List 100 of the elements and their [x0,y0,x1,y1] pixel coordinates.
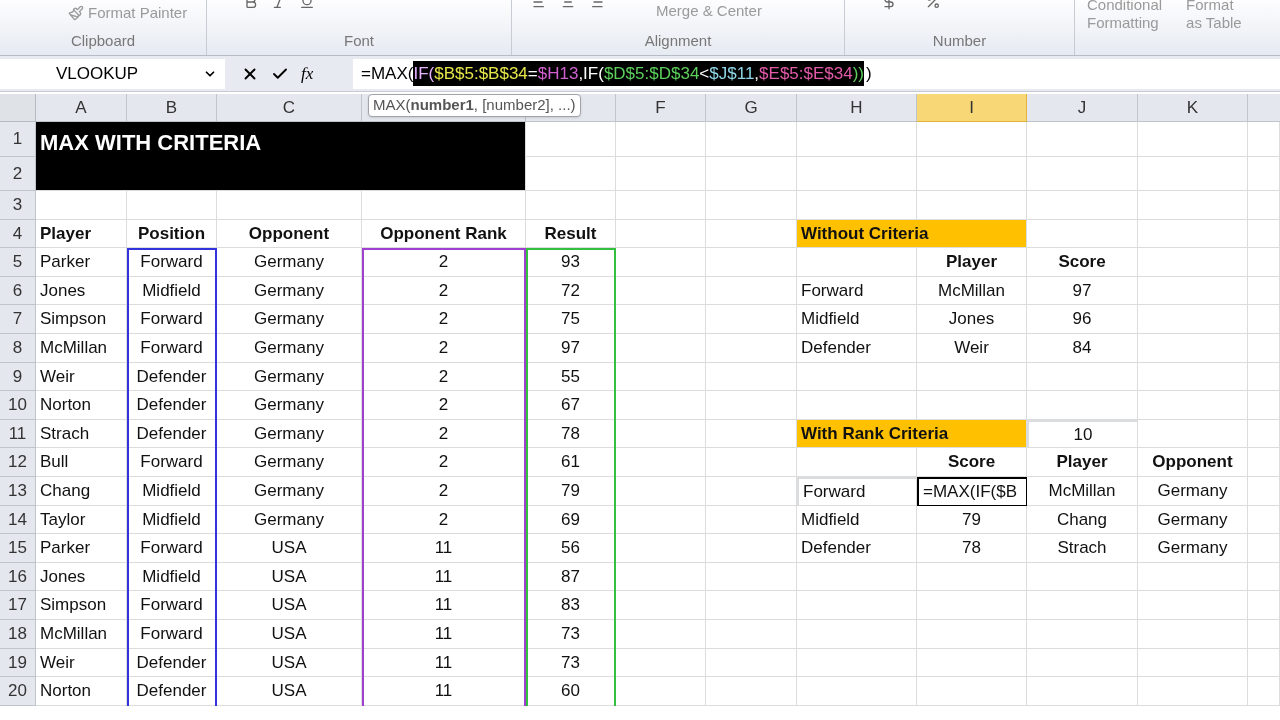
table-cell: 69 [526,505,616,535]
editing-cell: =MAX(IF($B [917,476,1027,506]
table-cell: Germany [217,362,362,392]
table-cell: Jones [917,305,1027,334]
table-cell: 60 [526,677,616,706]
table-cell: 79 [917,505,1027,535]
table-cell: 83 [526,591,616,620]
table-cell: Germany [217,391,362,420]
table-cell: Midfield [127,276,217,306]
table-cell: McMillan [917,276,1027,306]
table-cell: Jones [36,276,127,306]
table-cell: Forward [127,591,217,620]
table-cell: 2 [362,476,526,506]
table-cell: Forward [797,476,917,506]
function-tooltip: MAX(number1, [number2], ...) [368,94,581,117]
ribbon-group-label: Number [931,30,988,51]
table-cell: USA [217,648,362,678]
sheet-title: MAX WITH CRITERIA [36,122,526,191]
table-cell: 97 [1027,276,1138,306]
table-cell: Parker [36,248,127,277]
table-cell: USA [217,591,362,620]
table-cell: 2 [362,276,526,306]
table-cell: USA [217,619,362,649]
table-cell: Forward [127,619,217,649]
table-cell: Midfield [127,476,217,506]
table-cell: McMillan [1027,476,1138,506]
table-cell: 96 [1027,305,1138,334]
table-cell: 79 [526,476,616,506]
table-cell: Forward [127,534,217,563]
table-cell: 61 [526,448,616,477]
table-cell: 2 [362,333,526,363]
table-cell: Germany [217,248,362,277]
table-cell: USA [217,562,362,592]
table-cell: Taylor [36,505,127,535]
ribbon-group-label: Clipboard [69,30,137,51]
table-cell: USA [217,534,362,563]
table-cell: 56 [526,534,616,563]
table-cell: Forward [127,248,217,277]
table-cell: Germany [217,419,362,449]
table-cell: 11 [362,619,526,649]
column-heading: Score [917,448,1027,477]
table-cell: Midfield [127,562,217,592]
ribbon-group-label: Alignment [643,30,713,51]
table-cell: Defender [127,677,217,706]
table-cell: 2 [362,305,526,334]
table-cell: 2 [362,419,526,449]
column-heading: Player [36,219,127,249]
table-cell: Germany [1138,534,1248,563]
table-cell: Parker [36,534,127,563]
section-heading: Without Criteria [797,219,1027,249]
table-cell: Defender [797,534,917,563]
table-cell: 2 [362,505,526,535]
table-cell: Forward [127,333,217,363]
table-cell: 73 [526,648,616,678]
table-cell: McMillan [36,619,127,649]
table-cell: Germany [1138,476,1248,506]
table-cell: 67 [526,391,616,420]
table-cell: 2 [362,448,526,477]
table-cell: Germany [217,276,362,306]
table-cell: Midfield [797,305,917,334]
table-cell: Strach [36,419,127,449]
table-cell: 84 [1027,333,1138,363]
table-cell: 11 [362,562,526,592]
section-heading: With Rank Criteria [797,419,1027,449]
table-cell: Norton [36,677,127,706]
table-cell: Chang [36,476,127,506]
table-cell: 78 [917,534,1027,563]
table-cell: 11 [362,677,526,706]
table-cell: Simpson [36,305,127,334]
rank-cell: 10 [1027,419,1138,449]
table-cell: Germany [217,333,362,363]
column-heading: Score [1027,248,1138,277]
table-cell: Weir [36,362,127,392]
column-heading: Opponent [1138,448,1248,477]
table-cell: 75 [526,305,616,334]
column-heading: Player [917,248,1027,277]
column-heading: Player [1027,448,1138,477]
table-cell: Simpson [36,591,127,620]
table-cell: Germany [217,448,362,477]
table-cell: Defender [797,333,917,363]
table-cell: 93 [526,248,616,277]
table-cell: 11 [362,648,526,678]
table-cell: 55 [526,362,616,392]
table-cell: Strach [1027,534,1138,563]
table-cell: Forward [127,448,217,477]
table-cell: Germany [217,476,362,506]
table-cell: Weir [917,333,1027,363]
column-heading: Opponent [217,219,362,249]
table-cell: Midfield [797,505,917,535]
table-cell: Norton [36,391,127,420]
table-cell: 78 [526,419,616,449]
table-cell: Weir [36,648,127,678]
table-cell: 2 [362,362,526,392]
table-cell: 97 [526,333,616,363]
table-cell: Germany [217,305,362,334]
table-cell: USA [217,677,362,706]
ribbon-group-label: Font [343,30,375,51]
table-cell: Midfield [127,505,217,535]
table-cell: Bull [36,448,127,477]
table-cell: Germany [217,505,362,535]
